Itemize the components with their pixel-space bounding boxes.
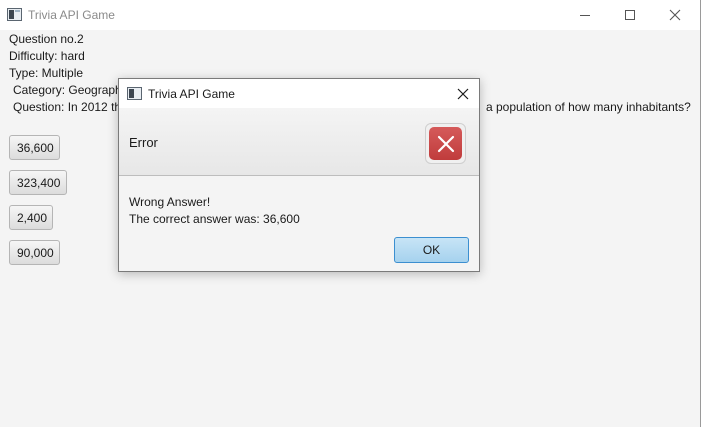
dialog-message-correct-answer: The correct answer was: 36,600 (129, 212, 300, 226)
dialog-header: Error (119, 108, 479, 176)
difficulty-label: Difficulty: hard (9, 49, 85, 63)
type-label: Type: Multiple (9, 66, 84, 80)
answer-button-2[interactable]: 323,400 (9, 170, 67, 195)
error-icon (425, 123, 466, 164)
category-label: Category: Geograph (13, 83, 122, 97)
maximize-button[interactable] (607, 0, 653, 30)
question-text: Question: In 2012 th (13, 100, 122, 114)
window-title: Trivia API Game (28, 8, 115, 22)
close-icon (457, 88, 469, 100)
minimize-button[interactable] (562, 0, 608, 30)
dialog-close-button[interactable] (453, 84, 473, 104)
maximize-icon (625, 10, 635, 20)
dialog-title: Trivia API Game (148, 87, 235, 101)
dialog-header-text: Error (129, 135, 158, 150)
dialog-message-result: Wrong Answer! (129, 195, 211, 209)
dialog-titlebar: Trivia API Game (119, 79, 479, 108)
answer-button-1[interactable]: 36,600 (9, 135, 60, 160)
app-icon (127, 87, 142, 100)
error-dialog: Trivia API Game Error Wrong Answer! The … (118, 78, 480, 272)
question-text-end: a population of how many inhabitants? (486, 100, 691, 114)
close-icon (669, 9, 681, 21)
close-button[interactable] (652, 0, 698, 30)
question-number: Question no.2 (9, 32, 84, 46)
answer-button-4[interactable]: 90,000 (9, 240, 60, 265)
app-icon (7, 8, 22, 21)
ok-button[interactable]: OK (394, 237, 469, 263)
minimize-icon (580, 14, 590, 16)
window-titlebar: Trivia API Game (0, 0, 700, 30)
answer-button-3[interactable]: 2,400 (9, 205, 53, 230)
